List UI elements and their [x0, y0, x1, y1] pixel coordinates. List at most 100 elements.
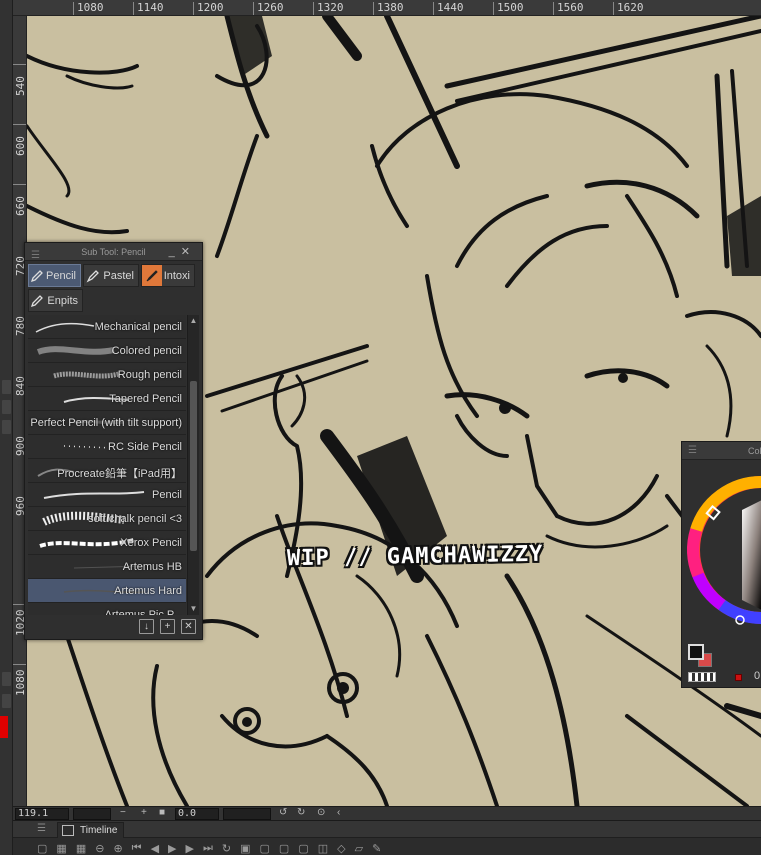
zoom-in-icon[interactable]: ⊕: [113, 842, 122, 855]
sub-tool-panel: ☰ Sub Tool: Pencil _✕ Pencil Pastel Into…: [24, 242, 203, 640]
brush-item[interactable]: Artemus Pic P...: [28, 603, 186, 615]
fit-icon[interactable]: ■: [159, 807, 165, 818]
trash-icon[interactable]: ✕: [181, 619, 196, 634]
tool-button[interactable]: [2, 380, 11, 394]
color-indicator-icon: [735, 674, 742, 681]
cel-icon[interactable]: ▢: [298, 842, 308, 855]
frame-icon[interactable]: ▦: [76, 842, 86, 855]
loop-icon[interactable]: ↻: [222, 842, 231, 855]
ruler-top-label: 1620: [613, 2, 644, 15]
brush-name: Tapered Pencil: [109, 393, 182, 405]
tab-timeline[interactable]: Timeline: [57, 822, 125, 838]
pencil-icon: [29, 290, 45, 311]
scroll-down-icon[interactable]: ▼: [188, 603, 199, 615]
menu-grip-icon[interactable]: ☰: [37, 823, 46, 834]
zoom-field[interactable]: 119.1: [15, 808, 69, 820]
angle-field[interactable]: 0.0: [175, 808, 219, 820]
tool-button[interactable]: [2, 672, 11, 686]
sub-tool-title: Sub Tool: Pencil: [81, 247, 146, 257]
brush-item[interactable]: Artemus HB: [28, 555, 186, 579]
brush-item[interactable]: Mechanical pencil: [28, 315, 186, 339]
ruler-top-label: 1200: [193, 2, 224, 15]
frame-icon[interactable]: ▦: [56, 842, 66, 855]
tab-enpits[interactable]: Enpits: [28, 289, 83, 312]
transparent-swatch[interactable]: [688, 672, 716, 682]
cel-icon[interactable]: ▢: [260, 842, 270, 855]
brush-list-scrollbar[interactable]: ▲ ▼: [187, 315, 199, 615]
ruler-top-label: 1500: [493, 2, 524, 15]
brush-name: Artemus Pic P...: [104, 609, 182, 615]
brush-item[interactable]: Colored pencil: [28, 339, 186, 363]
brush-name: Mechanical pencil: [94, 321, 182, 333]
brush-item[interactable]: Pencil: [28, 483, 186, 507]
color-swatch[interactable]: [0, 716, 8, 738]
brush-item[interactable]: Xerox Pencil: [28, 531, 186, 555]
duplicate-icon[interactable]: +: [160, 619, 175, 634]
color-wheel-panel: ☰ Col 0: [681, 441, 761, 688]
ruler-top-label: 1380: [373, 2, 404, 15]
next-frame-icon[interactable]: ▶: [186, 842, 194, 855]
brush-item[interactable]: Perfect Pencil (with tilt support): [28, 411, 186, 435]
rotate-left-icon[interactable]: ↺: [279, 807, 287, 818]
ruler-top-label: 1260: [253, 2, 284, 15]
timeline-tab-label: Timeline: [80, 825, 118, 836]
flip-icon[interactable]: ‹: [337, 807, 340, 818]
brush-name: Colored pencil: [111, 345, 182, 357]
scrollbar-thumb[interactable]: [190, 381, 197, 551]
zoom-out-icon[interactable]: −: [120, 807, 126, 818]
color-panel-titlebar[interactable]: ☰ Col: [682, 442, 761, 460]
tag-icon[interactable]: ◇: [337, 842, 345, 855]
onion-skin-icon[interactable]: ◫: [318, 842, 328, 855]
angle-slider[interactable]: [223, 808, 271, 820]
brush-item[interactable]: Artemus Hard: [28, 579, 186, 603]
close-icon[interactable]: ✕: [181, 246, 196, 258]
tool-button[interactable]: [2, 400, 11, 414]
ruler-left-label: 660: [14, 196, 27, 216]
tab-pencil[interactable]: Pencil: [28, 264, 81, 287]
left-tool-strip: [0, 0, 13, 855]
minimize-icon[interactable]: _: [169, 246, 181, 258]
ruler-left-label: 1080: [14, 669, 27, 697]
brush-name: Perfect Pencil (with tilt support): [30, 417, 182, 429]
rotate-right-icon[interactable]: ↻: [297, 807, 305, 818]
tool-button[interactable]: [2, 420, 11, 434]
download-icon[interactable]: ↓: [139, 619, 154, 634]
ruler-left-label: 600: [14, 136, 27, 156]
brush-item[interactable]: RC Side Pencil: [28, 435, 186, 459]
brush-name: soft chalk pencil <3: [88, 513, 182, 525]
zoom-in-icon[interactable]: +: [141, 807, 147, 818]
tab-intoxi[interactable]: Intoxi: [141, 264, 195, 287]
new-timeline-icon[interactable]: ▢: [37, 842, 47, 855]
main-color-swatch[interactable]: [688, 644, 704, 660]
brush-item[interactable]: soft chalk pencil <3: [28, 507, 186, 531]
cel-icon[interactable]: ▢: [279, 842, 289, 855]
color-wheel[interactable]: [682, 460, 761, 640]
brush-item[interactable]: Tapered Pencil: [28, 387, 186, 411]
reset-rotation-icon[interactable]: ⊙: [317, 807, 325, 818]
play-icon[interactable]: ▶: [168, 842, 176, 855]
tool-button[interactable]: [2, 694, 11, 708]
menu-grip-icon[interactable]: ☰: [688, 442, 697, 460]
eraser-icon[interactable]: ▱: [355, 842, 363, 855]
tab-label: Intoxi: [163, 269, 190, 282]
last-frame-icon[interactable]: ⏭: [203, 842, 213, 855]
tab-label: Pencil: [46, 269, 76, 282]
window-controls: _✕: [169, 243, 196, 261]
pen-icon[interactable]: ✎: [372, 842, 381, 855]
menu-grip-icon[interactable]: ☰: [31, 247, 40, 265]
brush-item[interactable]: Procreate鉛筆【iPad用】: [28, 459, 186, 483]
zoom-slider[interactable]: [73, 808, 111, 820]
brush-icon: [142, 265, 162, 286]
brush-name: Rough pencil: [117, 369, 182, 381]
tab-pastel[interactable]: Pastel: [83, 264, 139, 287]
scroll-up-icon[interactable]: ▲: [188, 315, 199, 327]
brush-item[interactable]: Rough pencil: [28, 363, 186, 387]
prev-frame-icon[interactable]: ◀: [151, 842, 159, 855]
first-frame-icon[interactable]: ⏮: [132, 842, 142, 855]
zoom-out-icon[interactable]: ⊖: [95, 842, 104, 855]
color-value: 0: [754, 670, 761, 682]
sub-tool-titlebar[interactable]: ☰ Sub Tool: Pencil _✕: [25, 243, 202, 261]
ruler-tick: [13, 664, 26, 665]
cel-icon[interactable]: ▣: [240, 842, 250, 855]
ruler-tick: [13, 124, 26, 125]
